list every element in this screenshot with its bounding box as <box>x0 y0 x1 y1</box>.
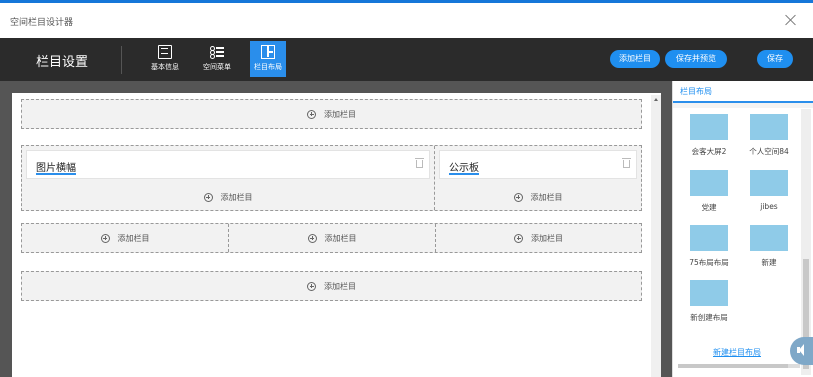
column-card[interactable]: 图片横幅 <box>26 150 430 179</box>
window-title: 空间栏目设计器 <box>10 18 74 28</box>
layout-stage: 添加栏目 图片横幅 添加栏目 公示板 添加栏目 添加栏目 添加栏目 添加栏目 添… <box>12 93 661 377</box>
add-column-label: 添加栏目 <box>324 281 356 291</box>
title-bar: 空间栏目设计器 <box>0 6 813 38</box>
tab-basic-info[interactable]: 基本信息 <box>147 41 183 77</box>
add-column-label: 添加栏目 <box>530 192 563 202</box>
column-title: 公示板 <box>449 163 479 174</box>
layout-item[interactable]: 个人空间84 <box>744 111 794 161</box>
row-zone: 添加栏目 <box>21 99 642 129</box>
add-column-slot[interactable]: 添加栏目 <box>229 224 435 252</box>
layout-name: 党建 <box>701 203 717 212</box>
tab-label: 基本信息 <box>151 63 179 71</box>
tab-space-menu[interactable]: 空间菜单 <box>199 41 235 77</box>
plus-circle-icon <box>513 192 523 202</box>
document-icon <box>158 45 172 59</box>
add-column-slot[interactable]: 添加栏目 <box>22 100 641 128</box>
layout-item[interactable]: 新建 <box>744 222 794 272</box>
layout-canvas: 添加栏目 图片横幅 添加栏目 公示板 添加栏目 添加栏目 添加栏目 添加栏目 添… <box>0 81 672 377</box>
plus-circle-icon <box>100 233 110 243</box>
scroll-up-icon[interactable] <box>654 98 658 101</box>
row-zone: 添加栏目 <box>21 271 642 301</box>
tab-column-layout[interactable]: 栏目布局 <box>250 41 286 77</box>
sidebar-title: 栏目布局 <box>680 87 712 96</box>
row-zone: 添加栏目 添加栏目 添加栏目 <box>21 223 642 253</box>
column-card[interactable]: 公示板 <box>439 150 637 179</box>
layout-name: 75布局布局 <box>689 258 729 267</box>
layout-name: 个人空间84 <box>749 147 789 156</box>
canvas-scrollbar[interactable] <box>651 95 661 377</box>
add-column-label: 添加栏目 <box>324 233 357 243</box>
save-and-preview-button[interactable]: 保存并预览 <box>665 50 727 68</box>
layout-item[interactable]: 新创建布局 <box>684 277 734 327</box>
layout-name: jibes <box>760 202 778 211</box>
add-column-label: 添加栏目 <box>531 233 563 243</box>
layout-item[interactable]: 会客大屏2 <box>684 111 734 161</box>
layout-thumbnail <box>750 170 788 196</box>
tab-label: 栏目布局 <box>254 63 282 71</box>
add-column-slot[interactable]: 添加栏目 <box>22 184 434 210</box>
new-layout-link[interactable]: 新建栏目布局 <box>713 347 761 358</box>
layout-item[interactable]: jibes <box>744 167 794 217</box>
title-underline <box>449 173 479 175</box>
layout-icon <box>261 45 275 59</box>
row-zone: 图片横幅 添加栏目 公示板 添加栏目 <box>21 145 642 211</box>
sidebar-horizontal-scrollbar[interactable] <box>678 364 800 368</box>
add-column-button[interactable]: 添加栏目 <box>610 50 660 68</box>
toolbar-divider <box>121 46 122 74</box>
plus-circle-icon <box>307 281 316 291</box>
list-icon <box>210 45 224 59</box>
title-underline <box>36 173 76 175</box>
layout-thumbnail <box>690 280 728 306</box>
add-column-label: 添加栏目 <box>117 233 150 243</box>
layout-sidebar: 栏目布局 会客大屏2 个人空间84 党建 jibes 75布局布局 新建 新创建… <box>672 81 813 377</box>
add-column-slot[interactable]: 添加栏目 <box>436 224 641 252</box>
layout-thumbnail <box>750 225 788 251</box>
add-column-slot[interactable]: 添加栏目 <box>22 272 641 300</box>
plus-circle-icon <box>203 192 213 202</box>
layout-thumbnail <box>690 114 728 140</box>
layout-thumbnail <box>750 114 788 140</box>
add-column-slot[interactable]: 添加栏目 <box>435 184 641 210</box>
layout-item[interactable]: 党建 <box>684 167 734 217</box>
layout-name: 会客大屏2 <box>691 147 727 156</box>
layout-thumbnail <box>690 170 728 196</box>
sidebar-scrollbar[interactable] <box>801 109 811 375</box>
add-column-label: 添加栏目 <box>324 109 356 119</box>
plus-circle-icon <box>307 233 317 243</box>
toolbar: 栏目设置 基本信息 空间菜单 栏目布局 添加栏目 保存并预览 保存 <box>0 38 813 81</box>
plus-circle-icon <box>307 109 316 119</box>
scroll-thumb[interactable] <box>678 364 788 368</box>
layout-name: 新创建布局 <box>690 313 728 322</box>
layout-item[interactable]: 75布局布局 <box>684 222 734 272</box>
add-column-label: 添加栏目 <box>220 192 253 202</box>
sidebar-gap <box>673 103 813 108</box>
save-button[interactable]: 保存 <box>757 50 793 68</box>
plus-circle-icon <box>514 233 523 243</box>
trash-icon[interactable] <box>415 158 424 168</box>
sidebar-header: 栏目布局 <box>673 81 813 103</box>
page-title: 栏目设置 <box>36 55 89 70</box>
column-designer-window: 空间栏目设计器 栏目设置 基本信息 空间菜单 栏目布局 添加栏目 保存并预览 保… <box>0 0 813 377</box>
tab-label: 空间菜单 <box>203 63 231 71</box>
add-column-slot[interactable]: 添加栏目 <box>22 224 228 252</box>
trash-icon[interactable] <box>622 158 631 168</box>
speaker-icon[interactable] <box>790 337 813 365</box>
layout-name: 新建 <box>761 258 777 267</box>
close-icon[interactable] <box>783 12 799 28</box>
column-title: 图片横幅 <box>36 163 76 174</box>
layout-thumbnail <box>690 225 728 251</box>
